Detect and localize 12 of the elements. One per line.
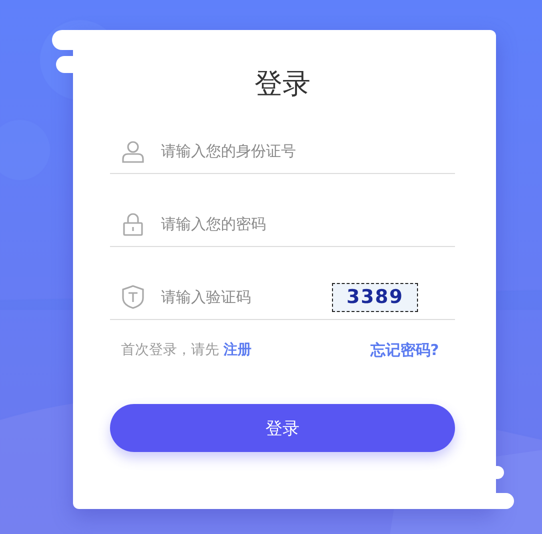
input-field[interactable]: 请输入您的密码 — [161, 215, 455, 233]
lock-icon — [121, 212, 145, 236]
user-icon — [121, 139, 145, 163]
register-link[interactable]: 注册 — [223, 342, 252, 358]
login-button[interactable]: 登录 — [110, 404, 455, 452]
shield-icon — [121, 285, 145, 309]
input-field[interactable]: 请输入您的身份证号 — [161, 142, 455, 160]
captcha-image[interactable]: 3389 — [332, 282, 418, 312]
forgot-password-link[interactable]: 忘记密码? — [370, 340, 439, 360]
input-field[interactable]: 请输入验证码 — [161, 288, 332, 306]
login-title: 登录 — [254, 66, 310, 102]
register-prompt: 首次登录，请先 注册 — [121, 341, 252, 359]
